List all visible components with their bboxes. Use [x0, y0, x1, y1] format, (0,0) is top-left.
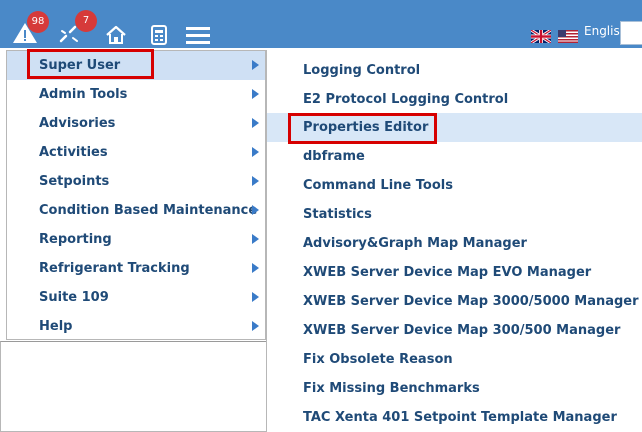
submenu-item-command-line-tools[interactable]: Command Line Tools [267, 171, 642, 200]
submenu-item-label: XWEB Server Device Map 300/500 Manager [303, 323, 621, 338]
highlight-box-properties-editor [288, 113, 437, 144]
chevron-right-icon [252, 147, 259, 157]
submenu-item-label: XWEB Server Device Map EVO Manager [303, 265, 592, 280]
submenu-item-statistics[interactable]: Statistics [267, 200, 642, 229]
submenu-item-label: Advisory&Graph Map Manager [303, 236, 527, 251]
menu-item-label: Admin Tools [39, 87, 128, 102]
submenu-item-label: Fix Obsolete Reason [303, 352, 453, 367]
top-bar: 98 7 English [0, 0, 642, 48]
menu-item-label: Reporting [39, 232, 112, 247]
menu-item-label: Advisories [39, 116, 116, 131]
submenu-item-advisory-graph-map-manager[interactable]: Advisory&Graph Map Manager [267, 229, 642, 258]
submenu-item-fix-missing-benchmarks[interactable]: Fix Missing Benchmarks [267, 374, 642, 403]
main-menu: Super User Admin Tools Advisories Activi… [6, 50, 266, 340]
menu-item-label: Setpoints [39, 174, 110, 189]
submenu-item-xweb-300-500-manager[interactable]: XWEB Server Device Map 300/500 Manager [267, 316, 642, 345]
submenu-item-label: Command Line Tools [303, 178, 453, 193]
menu-item-help[interactable]: Help [7, 312, 265, 341]
submenu-item-logging-control[interactable]: Logging Control [267, 56, 642, 85]
menu-item-suite-109[interactable]: Suite 109 [7, 283, 265, 312]
menu-item-condition-based-maintenance[interactable]: Condition Based Maintenance [7, 196, 265, 225]
submenu-item-label: XWEB Server Device Map 3000/5000 Manager [303, 294, 639, 309]
chevron-right-icon [252, 60, 259, 70]
submenu-item-label: E2 Protocol Logging Control [303, 92, 509, 107]
chevron-right-icon [252, 205, 259, 215]
submenu-item-tac-xenta-401-setpoint-template-manager[interactable]: TAC Xenta 401 Setpoint Template Manager [267, 403, 642, 432]
link-count-badge: 7 [75, 10, 97, 32]
menu-item-reporting[interactable]: Reporting [7, 225, 265, 254]
menu-item-setpoints[interactable]: Setpoints [7, 167, 265, 196]
home-icon[interactable] [104, 25, 128, 45]
menu-item-admin-tools[interactable]: Admin Tools [7, 80, 265, 109]
submenu-item-label: TAC Xenta 401 Setpoint Template Manager [303, 410, 617, 425]
hamburger-menu-icon[interactable] [186, 26, 210, 44]
chevron-right-icon [252, 292, 259, 302]
menu-item-advisories[interactable]: Advisories [7, 109, 265, 138]
us-flag-icon[interactable] [558, 28, 578, 43]
submenu-item-xweb-evo-manager[interactable]: XWEB Server Device Map EVO Manager [267, 258, 642, 287]
menu-item-label: Suite 109 [39, 290, 109, 305]
submenu-item-label: Logging Control [303, 63, 421, 78]
menu-item-refrigerant-tracking[interactable]: Refrigerant Tracking [7, 254, 265, 283]
chevron-right-icon [252, 89, 259, 99]
submenu-item-fix-obsolete-reason[interactable]: Fix Obsolete Reason [267, 345, 642, 374]
highlight-box-super-user [27, 49, 154, 79]
chevron-right-icon [252, 176, 259, 186]
menu-item-activities[interactable]: Activities [7, 138, 265, 167]
chevron-right-icon [252, 263, 259, 273]
submenu-item-e2-protocol-logging-control[interactable]: E2 Protocol Logging Control [267, 85, 642, 114]
uk-flag-icon[interactable] [530, 28, 552, 45]
submenu-item-label: Statistics [303, 207, 372, 222]
super-user-submenu: Logging Control E2 Protocol Logging Cont… [266, 50, 642, 432]
language-selector[interactable] [620, 21, 642, 45]
background-panel [0, 341, 268, 432]
menu-item-label: Refrigerant Tracking [39, 261, 190, 276]
alarm-count-badge: 98 [27, 11, 49, 33]
menu-item-label: Help [39, 319, 73, 334]
chevron-right-icon [252, 234, 259, 244]
submenu-item-dbframe[interactable]: dbframe [267, 142, 642, 171]
calculator-icon[interactable] [150, 25, 168, 45]
submenu-item-xweb-3000-5000-manager[interactable]: XWEB Server Device Map 3000/5000 Manager [267, 287, 642, 316]
chevron-right-icon [252, 321, 259, 331]
submenu-item-label: dbframe [303, 149, 365, 164]
submenu-item-label: Fix Missing Benchmarks [303, 381, 480, 396]
menu-item-label: Condition Based Maintenance [39, 203, 258, 218]
menu-item-label: Activities [39, 145, 108, 160]
chevron-right-icon [252, 118, 259, 128]
